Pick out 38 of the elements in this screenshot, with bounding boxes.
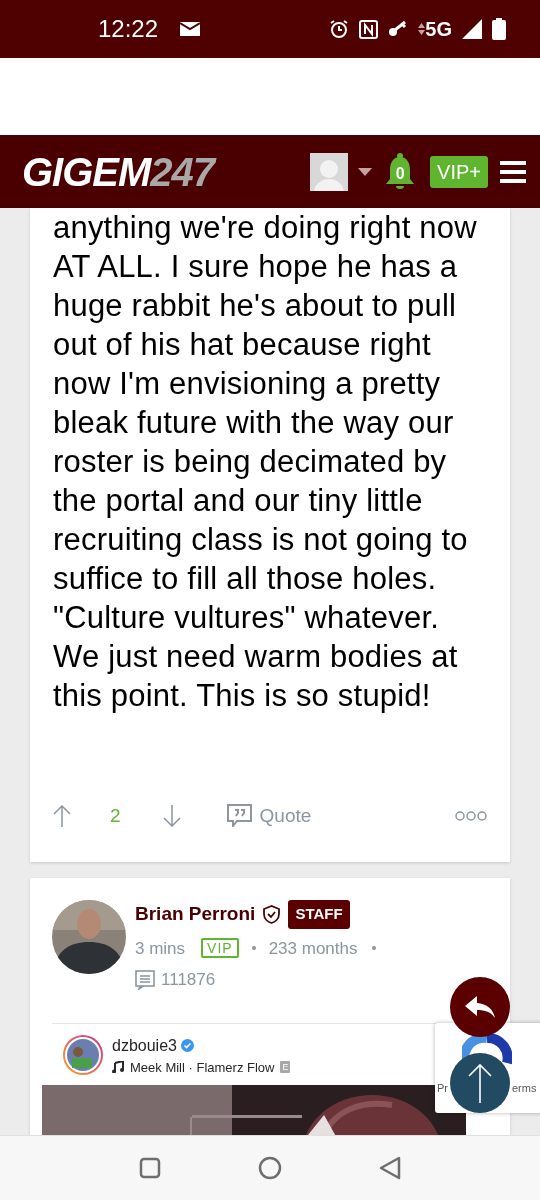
clock: 12:22 — [98, 14, 159, 44]
post-time: 3 mins — [135, 937, 186, 960]
post-body: anything we're doing right now AT ALL. I sure hope he has a huge rabbit he's about to pull out of his hat because right now I'm envisioning a pretty bleak future with the way our roster is being decimated by the portal and our tiny little recruiting class is not going to suffice to fill all those holes. "Culture vultures" whatever. We just need warm bodies at this point. This is so stupid! — [53, 209, 478, 715]
terms-link[interactable]: erms — [512, 1081, 537, 1095]
vote-count: 2 — [110, 803, 121, 828]
more-icon[interactable] — [455, 810, 487, 821]
battery-icon — [492, 18, 506, 40]
privacy-link[interactable]: Pr — [437, 1081, 448, 1095]
caret-icon[interactable] — [358, 167, 373, 176]
network-label: 5G — [425, 17, 452, 42]
upvote-icon[interactable] — [53, 804, 71, 827]
site-logo[interactable]: GIGEM247 — [22, 151, 215, 192]
shield-icon — [263, 904, 281, 924]
song-title: Meek Mill · Flamerz Flow — [130, 1058, 275, 1077]
posts-icon — [135, 969, 155, 990]
data-arrows-icon — [418, 23, 426, 35]
instagram-username[interactable]: dzbouie3 — [112, 1033, 177, 1058]
key-icon — [388, 20, 409, 38]
nfc-icon — [359, 19, 379, 39]
music-note-icon — [112, 1061, 124, 1074]
speech-bubble-icon — [226, 804, 252, 828]
membership-duration: 233 months — [268, 937, 358, 960]
signal-icon — [462, 19, 482, 39]
staff-badge: STAFF — [288, 900, 350, 929]
downvote-icon[interactable] — [162, 804, 181, 827]
arrow-up-icon — [468, 1063, 492, 1103]
author-name[interactable]: Brian Perroni — [135, 900, 256, 929]
reply-arrow-icon — [465, 996, 495, 1018]
vip-badge: VIP — [201, 938, 239, 959]
alarm-icon — [329, 19, 350, 39]
mail-icon — [180, 22, 201, 36]
avatar-icon[interactable] — [310, 152, 349, 191]
back-icon[interactable] — [379, 1156, 402, 1180]
menu-icon[interactable] — [500, 160, 526, 183]
explicit-badge: E — [280, 1061, 291, 1074]
home-icon[interactable] — [258, 1156, 282, 1180]
post-count: 111876 — [161, 969, 216, 991]
recents-icon[interactable] — [138, 1157, 161, 1179]
